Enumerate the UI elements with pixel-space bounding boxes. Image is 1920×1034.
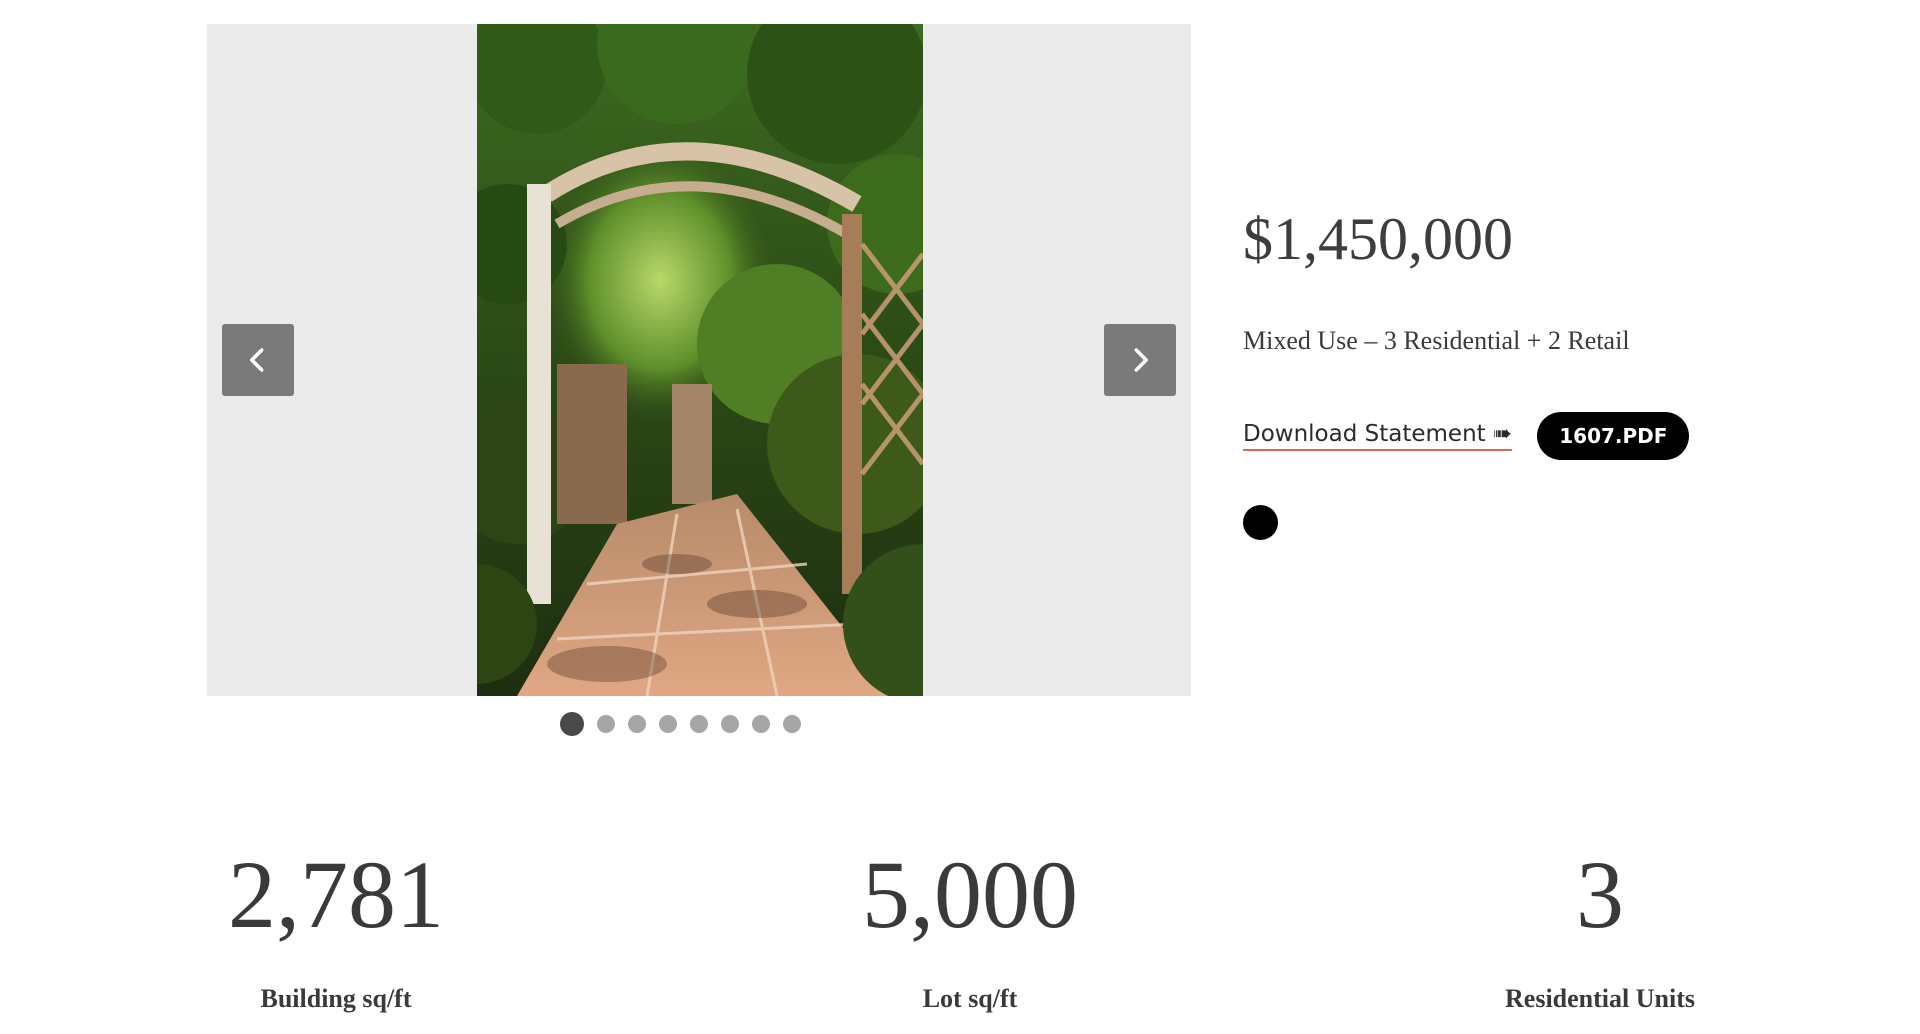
download-row: Download Statement ➠ 1607.PDF xyxy=(1243,412,1690,460)
listing-price: $1,450,000 xyxy=(1243,206,1513,272)
black-dot-icon xyxy=(1243,505,1278,540)
carousel-dot-3[interactable] xyxy=(628,715,646,733)
stat-lot-sqft: 5,000 Lot sq/ft xyxy=(760,840,1180,1014)
carousel-next-button[interactable] xyxy=(1104,324,1176,396)
stat-value: 5,000 xyxy=(862,841,1078,948)
carousel-photo[interactable] xyxy=(477,24,923,696)
stat-value: 3 xyxy=(1576,841,1624,948)
carousel-prev-button[interactable] xyxy=(222,324,294,396)
chevron-right-icon xyxy=(1134,348,1148,372)
stat-label: Residential Units xyxy=(1505,984,1695,1013)
carousel-dot-1[interactable] xyxy=(560,712,584,736)
carousel-dot-4[interactable] xyxy=(659,715,677,733)
pdf-badge[interactable]: 1607.PDF xyxy=(1537,412,1690,460)
carousel-dot-7[interactable] xyxy=(752,715,770,733)
stat-label: Lot sq/ft xyxy=(922,984,1018,1013)
page: $1,450,000 Mixed Use – 3 Residential + 2… xyxy=(0,0,1920,1034)
carousel-dot-2[interactable] xyxy=(597,715,615,733)
chevron-left-icon xyxy=(250,348,264,372)
stat-label: Building sq/ft xyxy=(260,984,412,1013)
carousel-dot-8[interactable] xyxy=(783,715,801,733)
listing-type: Mixed Use – 3 Residential + 2 Retail xyxy=(1243,326,1630,355)
carousel-pagination xyxy=(560,712,801,736)
download-statement-link[interactable]: Download Statement ➠ xyxy=(1243,421,1513,451)
carousel-dot-5[interactable] xyxy=(690,715,708,733)
stat-residential-units: 3 Residential Units xyxy=(1390,840,1810,1014)
stat-value: 2,781 xyxy=(228,841,444,948)
stat-building-sqft: 2,781 Building sq/ft xyxy=(126,840,546,1014)
image-carousel xyxy=(207,24,1191,696)
carousel-dot-6[interactable] xyxy=(721,715,739,733)
